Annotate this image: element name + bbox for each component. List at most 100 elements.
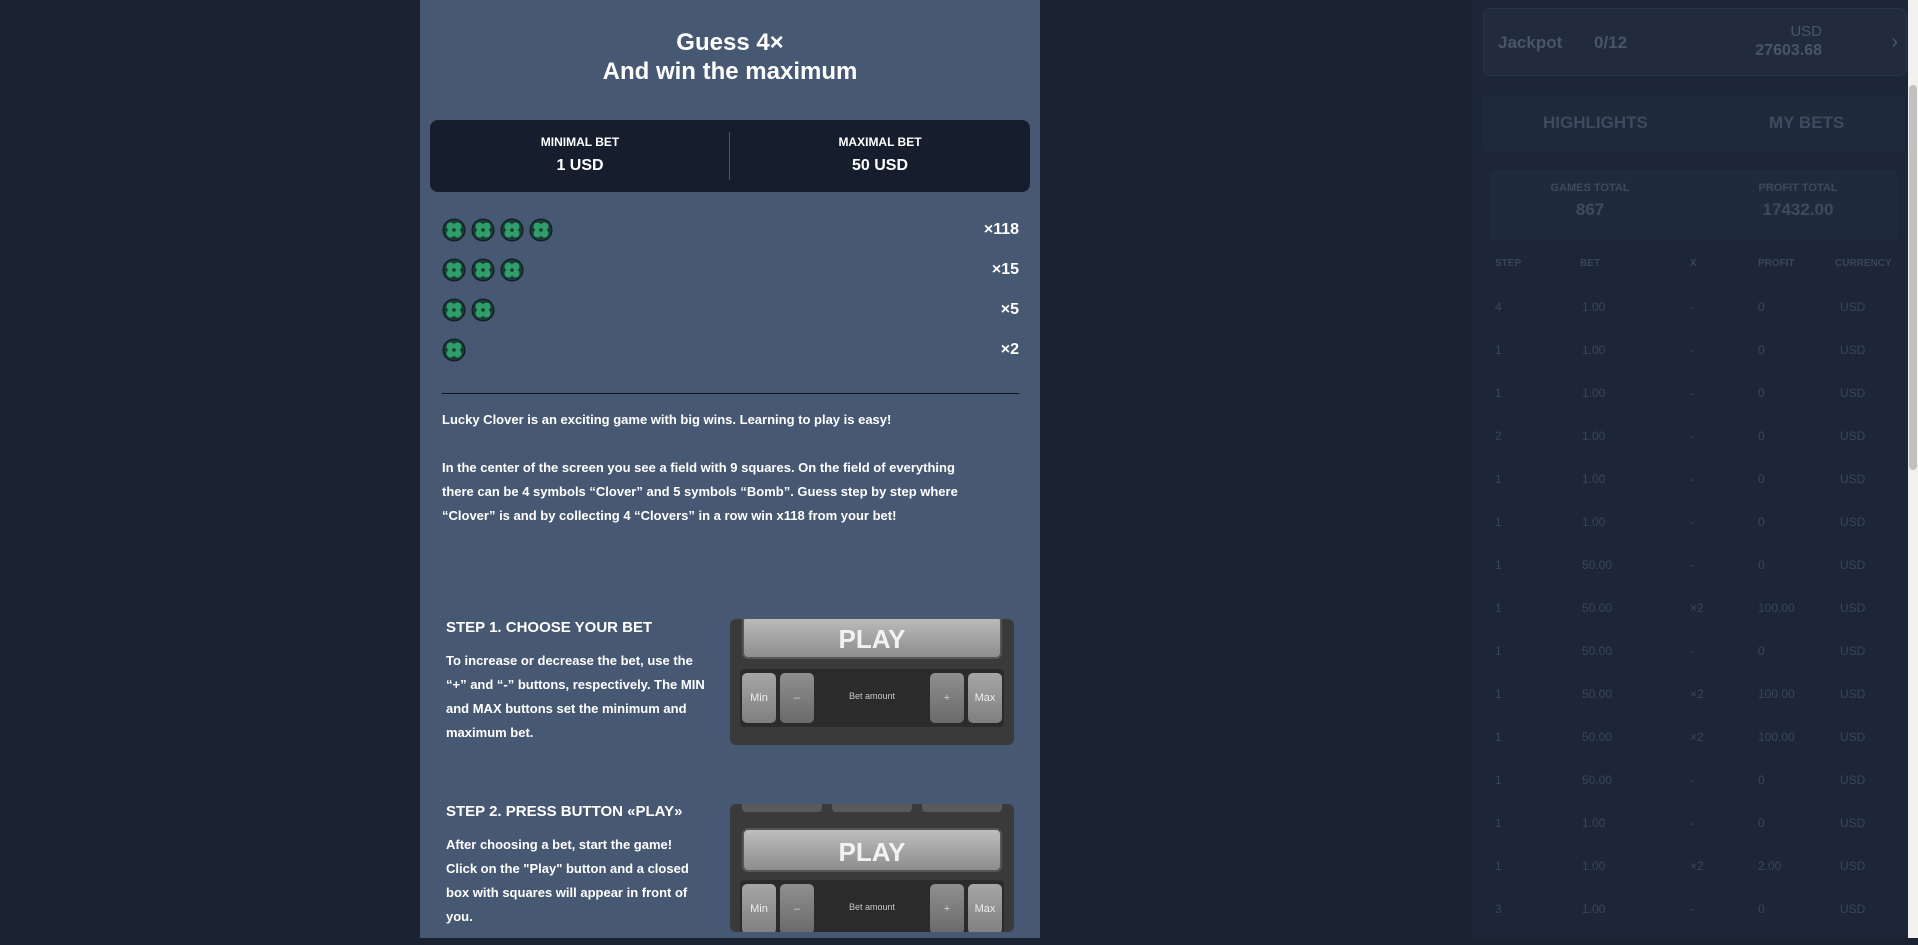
table-cell: 1 — [1495, 515, 1502, 529]
games-total-label: GAMES TOTAL — [1550, 182, 1630, 194]
col-step: STEP — [1495, 258, 1522, 269]
col-profit: PROFIT — [1758, 258, 1795, 269]
chevron-right-icon[interactable]: › — [1891, 31, 1898, 54]
tab-my-bets[interactable]: MY BETS — [1769, 113, 1844, 133]
modal-title: Guess 4× And win the maximum — [420, 28, 1040, 86]
col-bet: BET — [1580, 258, 1600, 269]
clover-icon — [500, 258, 524, 282]
table-cell: USD — [1840, 472, 1866, 486]
table-cell: USD — [1840, 601, 1866, 615]
table-cell: USD — [1840, 902, 1866, 916]
jackpot-bar[interactable]: Jackpot 0/12 USD 27603.68 › — [1483, 8, 1907, 76]
profit-total-label: PROFIT TOTAL — [1758, 182, 1838, 194]
games-total-value: 867 — [1575, 200, 1605, 219]
table-row: 1 1.00 - 0 USD — [1490, 386, 1900, 429]
table-cell: 1 — [1495, 601, 1502, 615]
table-cell: - — [1690, 644, 1694, 658]
jackpot-label: Jackpot — [1498, 33, 1563, 52]
step1-line-4: maximum bet. — [446, 725, 534, 740]
step1-line-1: To increase or decrease the bet, use the — [446, 653, 693, 668]
clover-group — [442, 258, 524, 282]
field-keys-illustration — [742, 804, 1002, 812]
col-x: X — [1690, 258, 1697, 269]
step2-line-3: box with squares will appear in front of — [446, 885, 688, 900]
table-cell: USD — [1840, 687, 1866, 701]
scrollbar-thumb[interactable] — [1909, 85, 1917, 470]
table-row: 1 1.00 - 0 USD — [1490, 515, 1900, 558]
table-cell: USD — [1840, 343, 1866, 357]
step2-line-1: After choosing a bet, start the game! — [446, 837, 673, 852]
profit-total: PROFIT TOTAL 17432.00 — [1698, 182, 1898, 220]
rules-modal: Guess 4× And win the maximum MINIMAL BET… — [420, 0, 1040, 938]
clover-icon — [529, 218, 553, 242]
table-cell: 0 — [1758, 773, 1765, 787]
table-cell: ×2 — [1690, 730, 1704, 744]
table-cell: 1.00 — [1582, 343, 1606, 357]
table-cell: - — [1690, 343, 1694, 357]
table-cell: 1 — [1495, 773, 1502, 787]
clover-icon — [442, 218, 466, 242]
table-row: 1 1.00 - 0 USD — [1490, 472, 1900, 515]
table-row: 1 50.00 - 0 USD — [1490, 773, 1900, 816]
table-cell: 0 — [1758, 300, 1765, 314]
table-cell: 1 — [1495, 816, 1502, 830]
clover-icon — [442, 258, 466, 282]
step2-line-2: Click on the "Play" button and a closed — [446, 861, 689, 876]
payout-multiplier: ×118 — [983, 221, 1019, 238]
play-illustration: PLAY Min – Bet amount + Max — [730, 804, 1014, 932]
table-cell: 1.00 — [1582, 300, 1606, 314]
table-cell: 0 — [1758, 515, 1765, 529]
payout-multiplier: ×5 — [1000, 301, 1019, 318]
tab-highlights[interactable]: HIGHLIGHTS — [1543, 113, 1648, 133]
table-cell: 0 — [1758, 429, 1765, 443]
table-cell: 50.00 — [1582, 644, 1613, 658]
clover-icon — [471, 298, 495, 322]
step2-line-4: you. — [446, 909, 473, 924]
table-cell: 1 — [1495, 343, 1502, 357]
table-cell: 1.00 — [1582, 515, 1606, 529]
table-row: 4 1.00 - 0 USD — [1490, 300, 1900, 343]
table-row: 1 50.00 ×2 100.00 USD — [1490, 730, 1900, 773]
table-cell: 1 — [1495, 730, 1502, 744]
games-total: GAMES TOTAL 867 — [1490, 182, 1690, 220]
table-cell: ×2 — [1690, 687, 1704, 701]
payout-multiplier: ×2 — [1000, 341, 1019, 358]
bet-controls-illustration: PLAY Min – Bet amount + Max — [730, 619, 1014, 745]
table-cell: - — [1690, 300, 1694, 314]
jackpot-count: 0/12 — [1594, 33, 1628, 52]
table-cell: 1 — [1495, 859, 1502, 873]
table-cell: 0 — [1758, 644, 1765, 658]
table-cell: 1.00 — [1582, 429, 1606, 443]
table-cell: 0 — [1758, 343, 1765, 357]
table-cell: 2 — [1495, 429, 1502, 443]
table-cell: 1.00 — [1582, 472, 1606, 486]
play-button-illustration: PLAY — [742, 619, 1002, 659]
table-cell: 50.00 — [1582, 730, 1613, 744]
payout-row: ×2 — [442, 338, 1019, 364]
table-cell: USD — [1840, 859, 1866, 873]
table-cell: 1 — [1495, 558, 1502, 572]
bet-amount-illustration: Bet amount — [848, 902, 896, 912]
rules-line-1: In the center of the screen you see a fi… — [442, 460, 955, 475]
table-cell: 0 — [1758, 816, 1765, 830]
table-cell: USD — [1840, 515, 1866, 529]
table-cell: 2.00 — [1758, 859, 1782, 873]
table-cell: - — [1690, 386, 1694, 400]
table-cell: 0 — [1758, 558, 1765, 572]
min-button-illustration: Min — [742, 673, 776, 723]
table-row: 1 50.00 - 0 USD — [1490, 644, 1900, 687]
table-cell: 0 — [1758, 472, 1765, 486]
payout-multiplier: ×15 — [991, 261, 1019, 278]
step1-line-2: “+” and “-” buttons, respectively. The M… — [446, 677, 705, 692]
step1-title: STEP 1. CHOOSE YOUR BET — [446, 619, 653, 636]
table-cell: 50.00 — [1582, 558, 1613, 572]
table-cell: 3 — [1495, 902, 1502, 916]
payout-row: ×15 — [442, 258, 1019, 284]
table-row: 3 1.00 - 0 USD — [1490, 902, 1900, 945]
table-row: 2 1.00 - 0 USD — [1490, 429, 1900, 472]
table-cell: ×2 — [1690, 859, 1704, 873]
table-cell: 100.00 — [1758, 730, 1795, 744]
table-cell: 1.00 — [1582, 386, 1606, 400]
plus-icon: + — [930, 884, 964, 932]
title-line-2: And win the maximum — [602, 58, 858, 85]
